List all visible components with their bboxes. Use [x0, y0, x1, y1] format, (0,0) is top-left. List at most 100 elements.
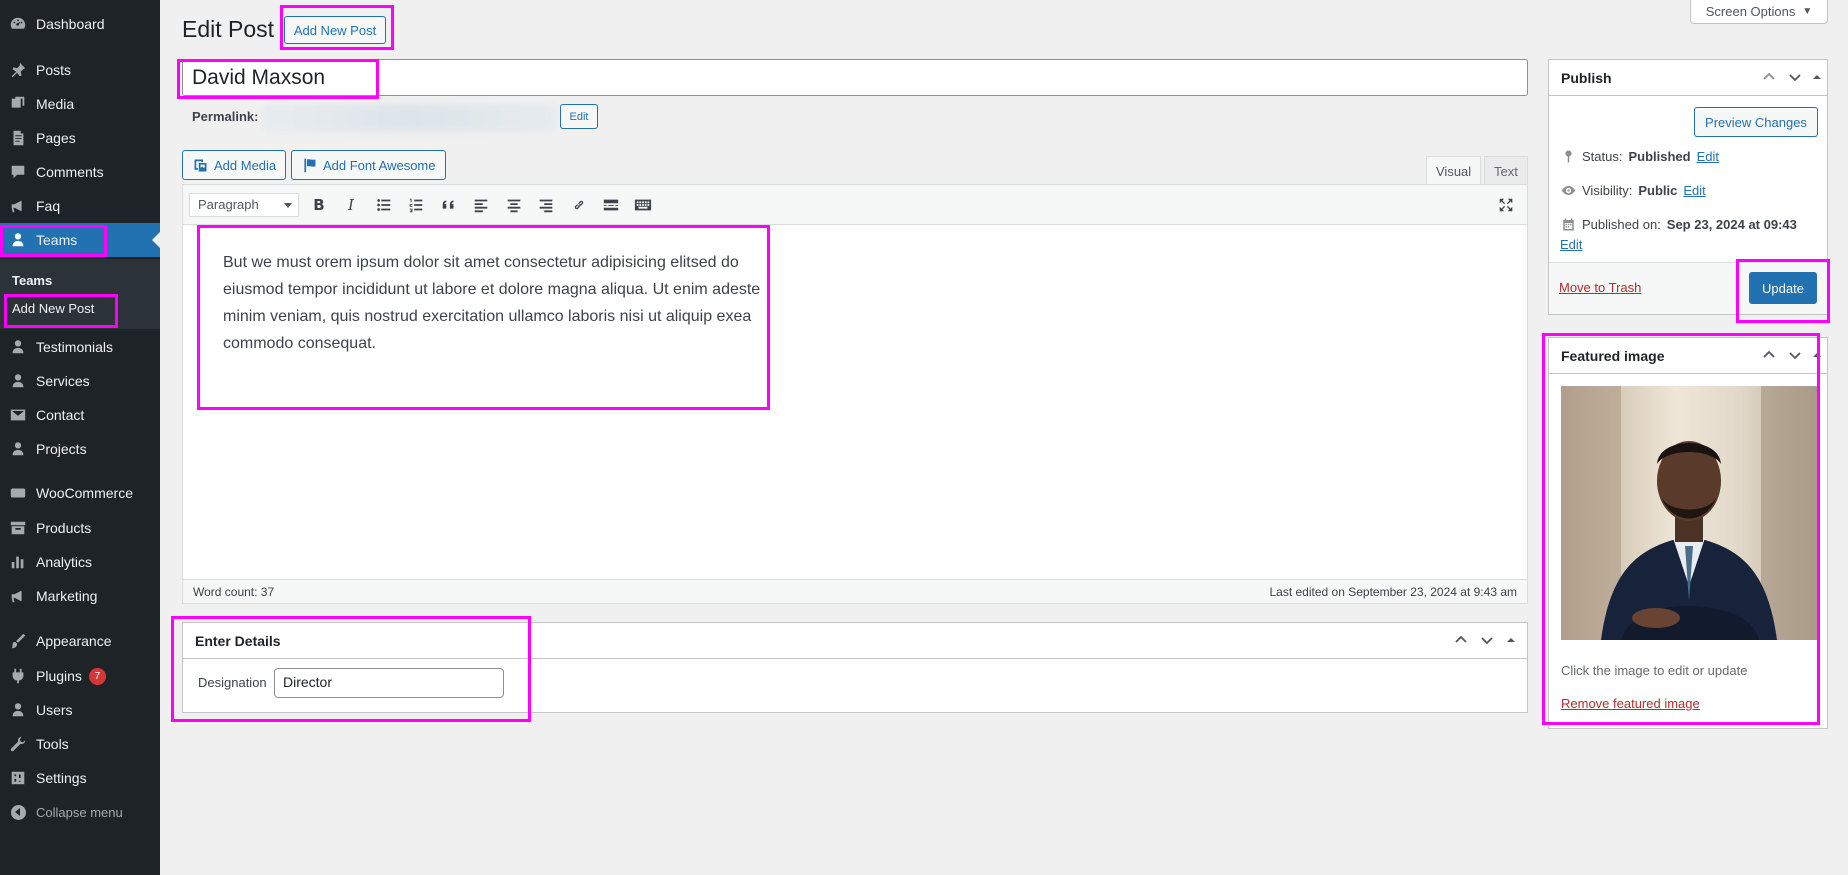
eye-icon	[1561, 186, 1576, 195]
sidebar-item-appearance[interactable]: Appearance	[0, 624, 160, 658]
featured-image-title: Featured image	[1561, 348, 1665, 364]
numbered-list-icon[interactable]	[405, 194, 427, 216]
chevron-up-icon[interactable]	[1761, 69, 1777, 85]
enter-details-box: Enter Details Designation Director	[182, 622, 1528, 713]
sidebar-item-projects[interactable]: Projects	[0, 432, 160, 466]
designation-label: Designation	[198, 675, 267, 690]
add-new-post-button[interactable]: Add New Post	[284, 16, 386, 44]
publish-box: Publish Preview Changes Status: Publishe…	[1548, 59, 1828, 315]
sidebar-item-label: Comments	[36, 164, 104, 180]
plugins-update-badge: 7	[88, 667, 106, 685]
sidebar-item-label: WooCommerce	[36, 485, 133, 501]
current-menu-arrow	[152, 232, 160, 248]
italic-icon[interactable]: I	[340, 194, 362, 216]
screen-options-button[interactable]: Screen Options ▼	[1690, 0, 1828, 24]
designation-field[interactable]: Director	[274, 668, 504, 698]
link-icon[interactable]	[568, 194, 590, 216]
collapse-menu-button[interactable]: Collapse menu	[0, 800, 123, 824]
portrait-image	[1561, 386, 1817, 640]
published-on-edit-link[interactable]: Edit	[1560, 237, 1582, 252]
sidebar-item-testimonials[interactable]: Testimonials	[0, 330, 160, 364]
format-select[interactable]: Paragraph	[189, 193, 299, 217]
chevron-down-icon[interactable]	[1787, 347, 1803, 363]
sidebar-item-plugins[interactable]: Plugins 7	[0, 659, 160, 693]
sidebar-item-marketing[interactable]: Marketing	[0, 579, 160, 613]
post-body-text[interactable]: But we must orem ipsum dolor sit amet co…	[223, 249, 763, 357]
toggle-panel-icon[interactable]	[1503, 632, 1519, 648]
visibility-edit-link[interactable]: Edit	[1683, 183, 1705, 198]
enter-details-header: Enter Details	[183, 623, 1527, 659]
caret-down-icon: ▼	[1802, 6, 1813, 17]
submenu-add-new-post[interactable]: Add New Post	[12, 301, 94, 316]
featured-image-caption: Click the image to edit or update	[1561, 663, 1748, 678]
sidebar-item-label: Tools	[36, 736, 69, 752]
published-on-label: Published on:	[1582, 217, 1661, 232]
sidebar-item-dashboard[interactable]: Dashboard	[0, 7, 160, 41]
pin-icon	[0, 61, 36, 79]
toggle-panel-icon[interactable]	[1809, 69, 1825, 85]
tab-visual[interactable]: Visual	[1426, 156, 1482, 185]
sidebar-item-label: Posts	[36, 62, 72, 78]
preview-changes-button[interactable]: Preview Changes	[1694, 107, 1818, 137]
permalink-url-redacted[interactable]	[262, 104, 557, 132]
submenu-heading[interactable]: Teams	[12, 273, 52, 288]
sidebar-item-faq[interactable]: Faq	[0, 189, 160, 223]
sidebar-item-label: Projects	[36, 441, 87, 457]
chevron-down-icon[interactable]	[1479, 632, 1495, 648]
chevron-up-icon[interactable]	[1453, 632, 1469, 648]
align-center-icon[interactable]	[503, 194, 525, 216]
sidebar-item-media[interactable]: Media	[0, 87, 160, 121]
woo-icon	[0, 484, 36, 502]
remove-featured-image-link[interactable]: Remove featured image	[1561, 696, 1700, 711]
sidebar-item-settings[interactable]: Settings	[0, 761, 160, 795]
align-right-icon[interactable]	[535, 194, 557, 216]
read-more-icon[interactable]	[600, 194, 622, 216]
sidebar-item-label: Faq	[36, 198, 61, 214]
editor-status-bar: Word count: 37 Last edited on September …	[183, 579, 1527, 603]
visibility-label: Visibility:	[1582, 183, 1633, 198]
admin-sidebar: Dashboard Posts Media Pages Comments Faq…	[0, 0, 160, 875]
published-on-value: Sep 23, 2024 at 09:43	[1666, 217, 1797, 232]
pin-icon	[1565, 150, 1572, 163]
sidebar-item-label: Settings	[36, 770, 87, 786]
sidebar-item-services[interactable]: Services	[0, 364, 160, 398]
bold-icon[interactable]: B	[308, 194, 330, 216]
post-content-editor: Paragraph B I But we must orem ipsum dol…	[182, 184, 1528, 604]
mail-icon	[0, 406, 36, 424]
sidebar-item-teams[interactable]: Teams	[0, 223, 160, 257]
keyboard-icon[interactable]	[632, 194, 654, 216]
add-media-button[interactable]: Add Media	[182, 150, 287, 180]
archive-icon	[0, 519, 36, 537]
update-button[interactable]: Update	[1749, 272, 1817, 304]
tab-text[interactable]: Text	[1484, 156, 1528, 185]
chevron-down-icon[interactable]	[1787, 69, 1803, 85]
bullet-list-icon[interactable]	[373, 194, 395, 216]
toggle-panel-icon[interactable]	[1809, 347, 1825, 363]
sidebar-item-tools[interactable]: Tools	[0, 727, 160, 761]
featured-image-thumbnail[interactable]	[1561, 386, 1817, 640]
sidebar-item-contact[interactable]: Contact	[0, 398, 160, 432]
media-icon	[0, 95, 36, 113]
sidebar-item-woocommerce[interactable]: WooCommerce	[0, 476, 160, 510]
status-edit-link[interactable]: Edit	[1697, 149, 1719, 164]
dashboard-icon	[0, 15, 36, 33]
add-font-awesome-button[interactable]: Add Font Awesome	[291, 150, 446, 180]
sidebar-item-users[interactable]: Users	[0, 693, 160, 727]
permalink-edit-button[interactable]: Edit	[560, 104, 598, 129]
fullscreen-icon[interactable]	[1495, 194, 1517, 216]
blockquote-icon[interactable]	[438, 194, 460, 216]
sidebar-item-comments[interactable]: Comments	[0, 155, 160, 189]
megaphone-icon	[0, 587, 36, 605]
flag-icon	[304, 158, 316, 172]
users-icon	[0, 231, 36, 249]
move-to-trash-link[interactable]: Move to Trash	[1559, 280, 1641, 295]
sidebar-item-label: Testimonials	[36, 339, 114, 355]
sidebar-item-products[interactable]: Products	[0, 511, 160, 545]
align-left-icon[interactable]	[470, 194, 492, 216]
status-value: Published	[1628, 149, 1691, 164]
sidebar-item-posts[interactable]: Posts	[0, 53, 160, 87]
sidebar-item-pages[interactable]: Pages	[0, 121, 160, 155]
post-title-input[interactable]: David Maxson	[182, 59, 1528, 96]
sidebar-item-analytics[interactable]: Analytics	[0, 545, 160, 579]
chevron-up-icon[interactable]	[1761, 347, 1777, 363]
